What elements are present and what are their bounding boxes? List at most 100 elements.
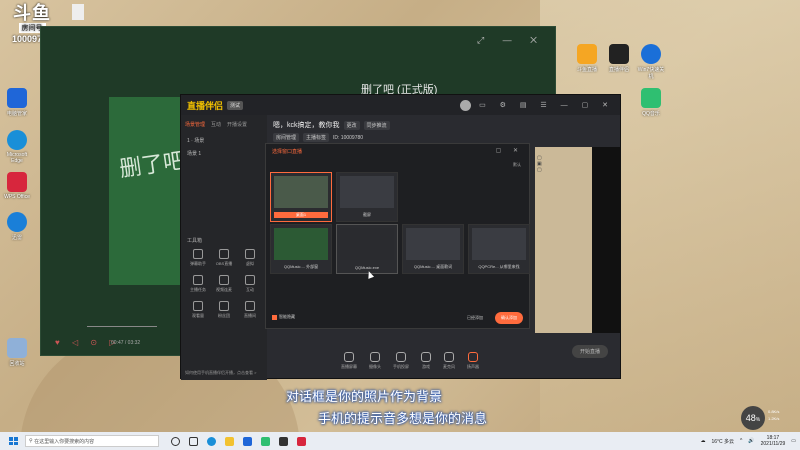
mic-control[interactable]: 麦克风 [443,352,455,370]
room-title[interactable]: 嗯，kck搞定，教你我 [273,120,340,130]
shield-icon [7,88,27,108]
store-icon[interactable] [243,436,252,446]
checkbox-checked-icon [272,314,277,320]
volume-icon[interactable]: 🔊 [748,438,754,444]
recycle-bin-icon [7,338,27,358]
tool-item[interactable]: 互动 [237,275,263,293]
tool-icon [245,301,255,311]
tool-icon [219,249,229,259]
desktop-icon-edge[interactable]: Microsoft Edge [2,130,32,164]
window-thumbnail [340,228,394,260]
network-speed-widget[interactable]: 48% [741,406,765,430]
desktop-icon-recycle-bin[interactable]: 回收站 [2,338,32,367]
scene-row-1[interactable]: 场景 1 [181,147,267,160]
app-icon [641,44,661,64]
window-option[interactable]: 截屏 [336,172,398,222]
window-thumbnail [274,228,328,260]
confirm-add-button[interactable]: 确认添加 [495,312,523,324]
desktop-icon-pc-manager[interactable]: 电脑管家 [2,88,32,117]
tab-settings[interactable]: 开播设置 [227,121,247,128]
sync-chip[interactable]: 同步推流 [363,120,390,130]
edge-icon [7,130,27,150]
tool-item[interactable]: 直播间 [237,301,263,319]
added-button[interactable]: 已经添加 [467,315,483,321]
qqmusic-icon[interactable] [261,436,270,446]
app-logo: 直播伴侣 [187,100,224,111]
desktop-icon-wps[interactable]: WPS Office [2,172,32,200]
app-window-controls[interactable]: ▭ ⚙ ▤ ☰ — ▢ ✕ [479,101,614,109]
tool-item[interactable]: 视频连麦 [211,275,237,293]
live-companion-icon[interactable] [279,436,288,446]
start-live-button[interactable]: 开始直播 [571,345,608,358]
tool-icon [245,275,255,285]
game-icon [421,352,431,362]
tool-item[interactable]: 弹幕助手 [185,249,211,267]
douyu-logo: 斗鱼 [13,3,51,23]
tab-interact[interactable]: 互动 [211,121,221,128]
avatar[interactable] [460,99,472,111]
edit-chip[interactable]: 更改 [343,120,360,130]
tool-icon [193,301,203,311]
clock[interactable]: 18:17 2021/11/29 [761,435,786,447]
window-option[interactable]: 桌面1 [270,172,332,222]
desktop-icon-douyu[interactable]: 斗鱼直播 [572,44,602,73]
wps-icon [7,172,27,192]
player-window-controls[interactable]: ⤢ — ✕ [477,35,545,46]
file-icon[interactable] [72,4,84,20]
tool-item[interactable]: OBS直播 [211,249,237,267]
speaker-control[interactable]: 扬声器 [467,352,479,370]
windows-start-icon[interactable] [9,437,18,445]
scene-row-header[interactable]: 1 · 场景 [181,134,267,147]
source-phone[interactable]: 手机投屏 [393,352,409,370]
tool-icon [219,275,229,285]
edge-icon[interactable] [207,436,216,446]
tool-grid: 弹幕助手 OBS直播 虚拟 主播任务 视频连麦 互动 观看量 粉丝团 直播间 [185,249,265,319]
subtitle-line-1: 对话框是你的照片作为背景 [286,389,443,404]
source-screen[interactable]: 直播屏幕 [341,352,357,370]
wps-icon[interactable] [297,436,306,446]
window-thumbnail [340,176,394,208]
source-camera[interactable]: 摄像头 [369,352,381,370]
screen-icon [344,352,354,362]
folder-icon[interactable] [225,436,234,446]
source-game[interactable]: 游戏 [421,352,431,370]
desktop-icon-thunder[interactable]: 迅雷 [2,212,32,241]
window-option[interactable]: QQPCRe... 从哪里来找 [468,224,530,274]
dialog-controls[interactable]: ▢ ✕ [496,147,523,154]
window-option[interactable]: QQMusic.... 外部窗 [270,224,332,274]
tag-chip[interactable]: 主播标签 [303,133,330,142]
room-manage-chip[interactable]: 房间管理 [273,133,300,142]
task-view-icon[interactable] [189,436,198,446]
cortana-icon[interactable] [171,436,180,446]
tool-item[interactable]: 虚拟 [237,249,263,267]
select-window-dialog: 选择窗口直播 ▢ ✕ 默认 桌面1 截屏 QQMusic.... 外部窗 QQM… [265,143,530,329]
weather-text[interactable]: 16°C 多云 [711,438,734,445]
smart-hide-checkbox[interactable]: 智能隐藏 [272,314,295,320]
phone-icon [396,352,406,362]
album-handwriting: 删了吧 [117,148,187,183]
weather-icon[interactable]: ☁ [700,438,705,444]
app-icon [609,44,629,64]
dialog-title: 选择窗口直播 [272,149,303,155]
tool-item[interactable]: 主播任务 [185,275,211,293]
tool-item[interactable]: 粉丝团 [211,301,237,319]
tray-chevron-icon[interactable]: ^ [740,438,742,444]
desktop-icon-qqmusic[interactable]: QQ音乐 [636,88,666,117]
desktop-icon-live-companion[interactable]: 直播伴侣 [604,44,634,73]
help-notice[interactable]: 如何使用手机直播伴侣开播，点击查看 > [185,370,256,376]
notification-icon[interactable]: ▭ [791,438,796,444]
tools-label: 工具箱 [187,238,203,244]
taskbar: ⚲ 在这里输入你要搜索的内容 ☁ 16°C 多云 ^ 🔊 18:17 2021/… [0,432,800,450]
sort-select[interactable]: 默认 [513,162,521,168]
thunder-icon [7,212,27,232]
taskbar-search-input[interactable]: ⚲ 在这里输入你要搜索的内容 [25,435,159,447]
tool-item[interactable]: 观看量 [185,301,211,319]
side-tabs: 场景管理 互动 开播设置 [181,115,267,134]
window-option[interactable]: QQMusic.exe [336,224,398,274]
progress-bar[interactable] [87,326,157,327]
tab-scenes[interactable]: 场景管理 [185,121,205,128]
desktop-icon-shutdown[interactable]: Win7快速关机 [636,44,666,80]
version-badge: 测试 [227,100,244,110]
window-option[interactable]: QQMusic.... 桌面歌词 [402,224,464,274]
speed-info: 0.8K/s 1.2K/s [768,409,780,421]
